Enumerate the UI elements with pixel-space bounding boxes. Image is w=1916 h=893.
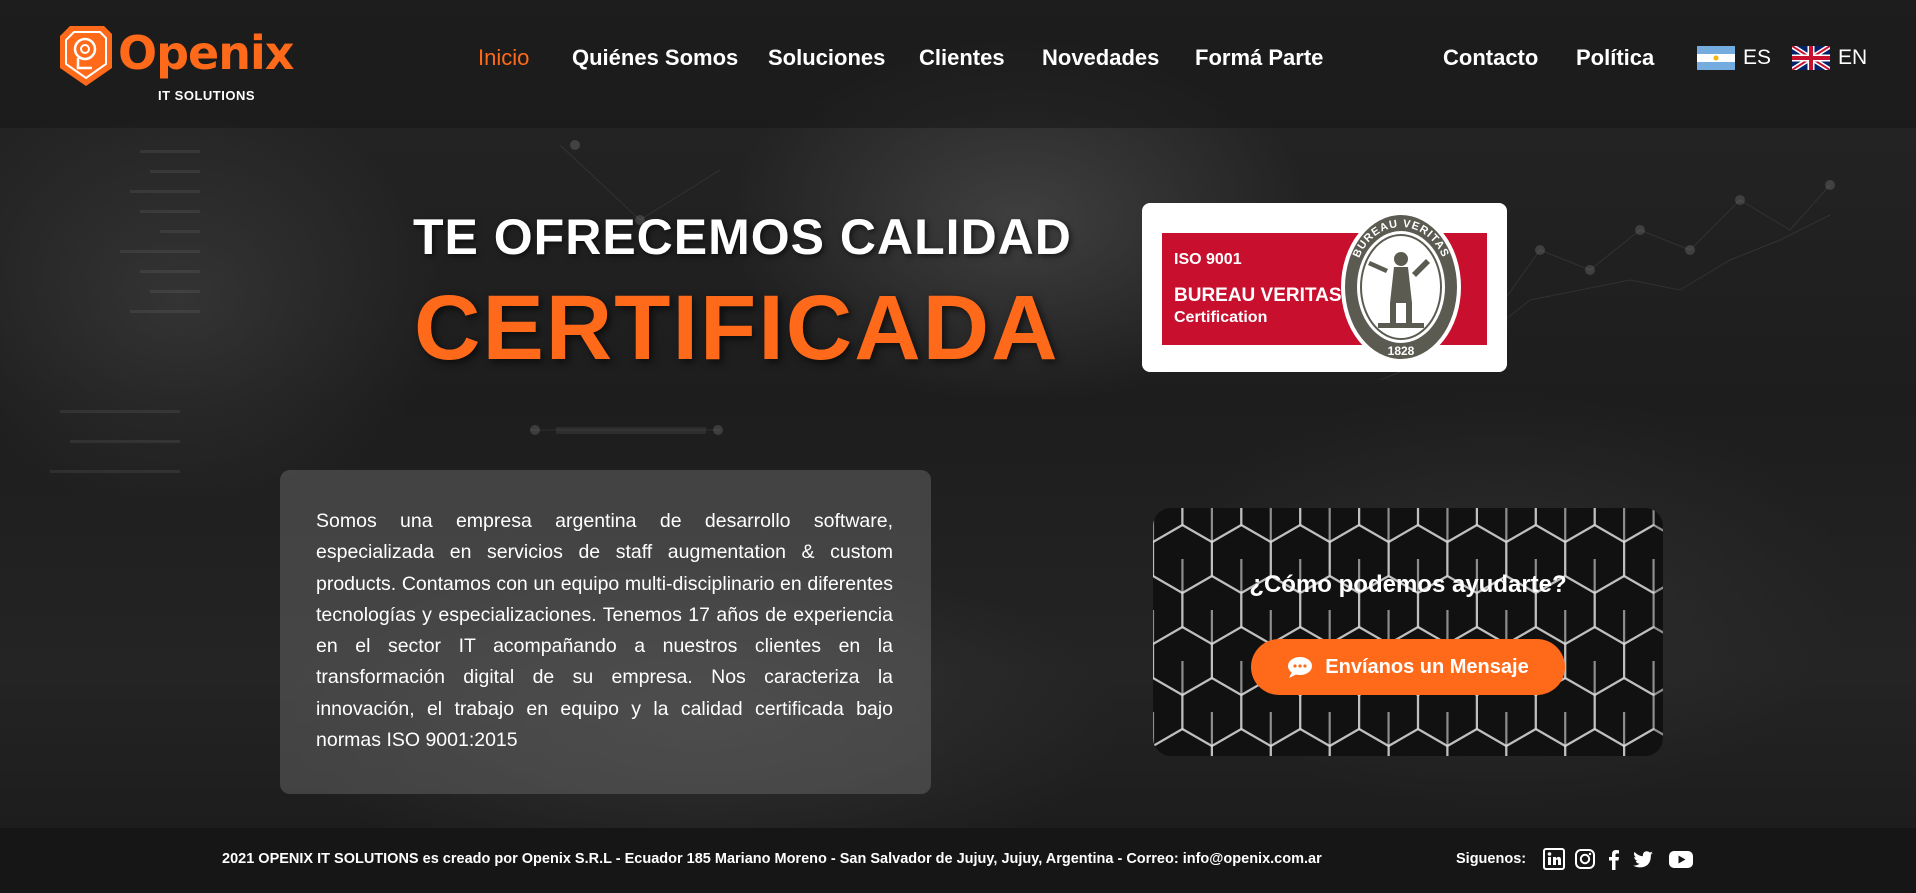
send-message-button[interactable]: Envíanos un Mensaje bbox=[1251, 639, 1565, 695]
hexagon-cell bbox=[1623, 625, 1663, 697]
nav-forma-parte[interactable]: Formá Parte bbox=[1195, 45, 1323, 71]
nav-novedades[interactable]: Novedades bbox=[1042, 45, 1159, 71]
bureau-veritas-seal-icon: BUREAU VERITAS 1828 bbox=[1341, 211, 1461, 363]
nav-inicio[interactable]: Inicio bbox=[478, 45, 529, 71]
send-message-label: Envíanos un Mensaje bbox=[1325, 655, 1529, 678]
seal-year: 1828 bbox=[1388, 344, 1415, 358]
twitter-icon[interactable] bbox=[1632, 848, 1654, 870]
openix-logo[interactable]: Openix IT SOLUTIONS bbox=[56, 22, 296, 104]
language-en[interactable]: EN bbox=[1792, 46, 1867, 70]
company-description: Somos una empresa argentina de desarroll… bbox=[316, 510, 893, 752]
logo-tagline: IT SOLUTIONS bbox=[158, 88, 255, 103]
hexagon-cell bbox=[1153, 727, 1214, 756]
help-question: ¿Cómo podemos ayudarte? bbox=[1249, 571, 1567, 598]
hexagon-cell bbox=[1328, 727, 1390, 756]
help-card bbox=[1153, 508, 1663, 756]
badge-iso-label: ISO 9001 bbox=[1174, 251, 1242, 268]
hexagon-cell bbox=[1623, 727, 1663, 756]
hexagon-cell bbox=[1564, 727, 1626, 756]
facebook-icon[interactable] bbox=[1603, 848, 1625, 870]
uk-flag-icon bbox=[1792, 46, 1830, 70]
instagram-icon[interactable] bbox=[1574, 848, 1596, 870]
linkedin-icon[interactable] bbox=[1543, 848, 1565, 870]
hexagon-cell bbox=[1153, 676, 1184, 748]
nav-contacto[interactable]: Contacto bbox=[1443, 45, 1538, 71]
hexagon-cell bbox=[1505, 727, 1567, 756]
language-es[interactable]: ES bbox=[1697, 46, 1771, 70]
language-es-label: ES bbox=[1743, 46, 1772, 69]
company-description-panel: Somos una empresa argentina de desarroll… bbox=[280, 470, 931, 794]
nav-politica[interactable]: Política bbox=[1576, 45, 1654, 71]
nav-quienes-somos[interactable]: Quiénes Somos bbox=[572, 45, 738, 71]
hexagon-cell bbox=[1387, 727, 1449, 756]
site-footer: 2021 OPENIX IT SOLUTIONS es creado por O… bbox=[0, 828, 1916, 893]
follow-us-label: Siguenos: bbox=[1456, 851, 1527, 867]
footer-copyright: 2021 OPENIX IT SOLUTIONS es creado por O… bbox=[222, 851, 1322, 867]
youtube-icon[interactable] bbox=[1668, 848, 1694, 870]
openix-logo-icon bbox=[60, 26, 112, 86]
logo-wordmark: Openix bbox=[118, 26, 294, 80]
hexagon-cell bbox=[1153, 508, 1184, 544]
site-header: Openix IT SOLUTIONS Inicio Quiénes Somos… bbox=[0, 0, 1916, 128]
chat-bubble-icon bbox=[1288, 657, 1313, 678]
argentina-flag-icon bbox=[1697, 46, 1735, 70]
nav-soluciones[interactable]: Soluciones bbox=[768, 45, 885, 71]
hero-title-line1: TE OFRECEMOS CALIDAD bbox=[413, 209, 1072, 265]
nav-clientes[interactable]: Clientes bbox=[919, 45, 1005, 71]
badge-cert-label: Certification bbox=[1174, 309, 1268, 326]
iso-certification-badge: ISO 9001 BUREAU VERITAS Certification BU… bbox=[1142, 203, 1507, 372]
hexagon-pattern-background bbox=[1153, 508, 1663, 756]
hexagon-cell bbox=[1446, 727, 1508, 756]
badge-org-label: BUREAU VERITAS bbox=[1174, 285, 1342, 306]
hexagon-cell bbox=[1269, 727, 1331, 756]
language-en-label: EN bbox=[1838, 46, 1868, 69]
hexagon-cell bbox=[1210, 727, 1272, 756]
hero-title-line2: CERTIFICADA bbox=[414, 277, 1060, 379]
